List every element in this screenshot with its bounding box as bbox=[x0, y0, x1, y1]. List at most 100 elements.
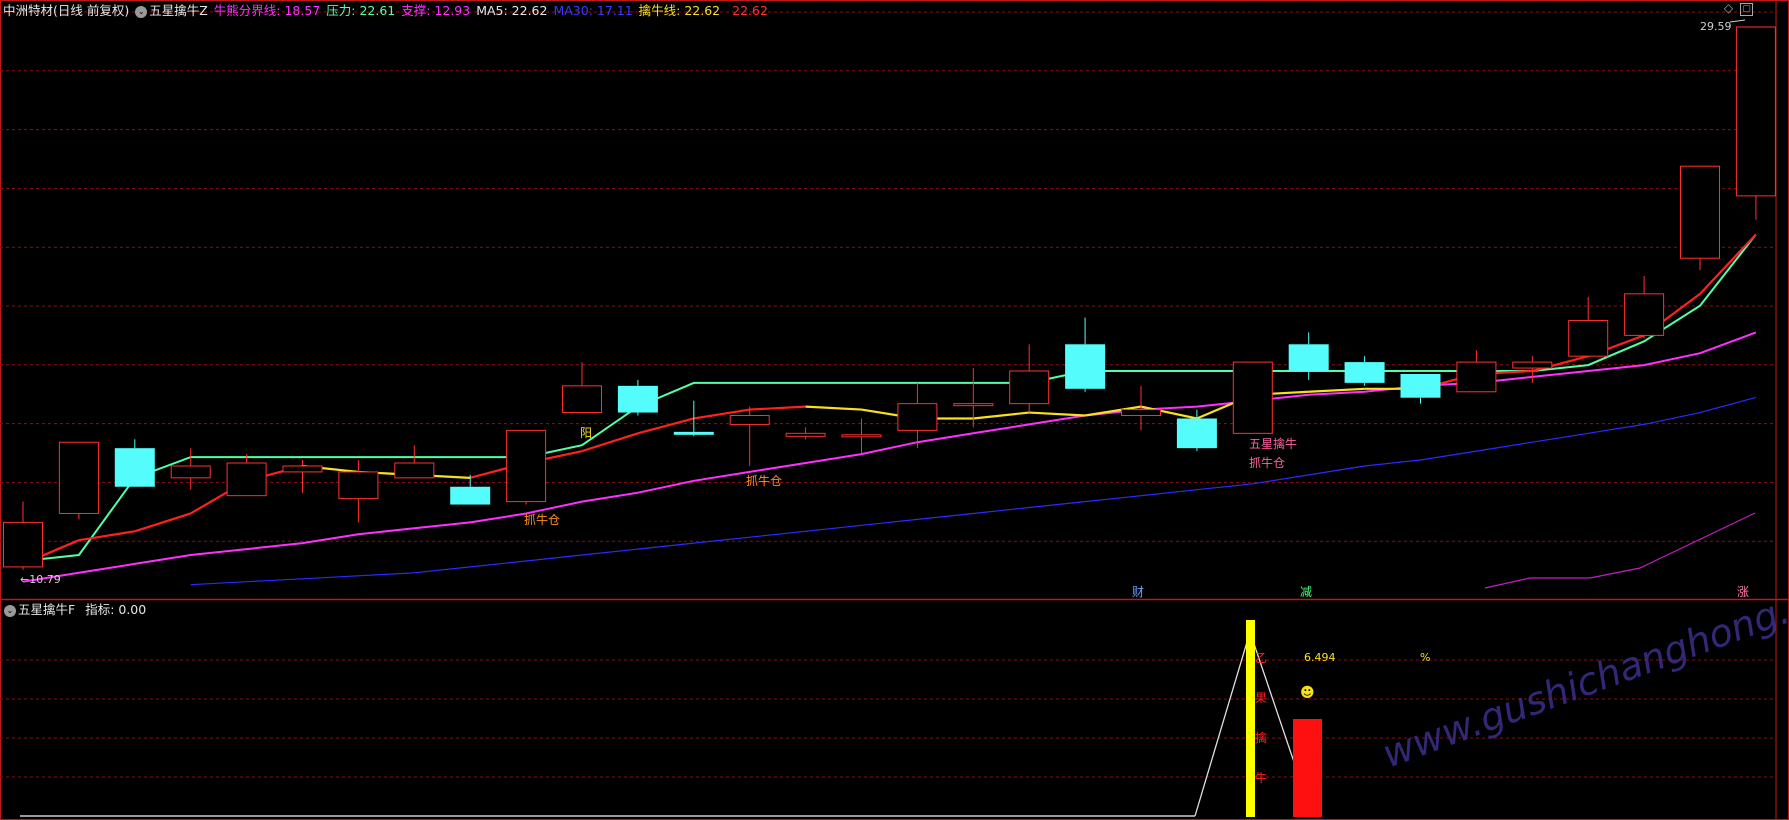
candle-body bbox=[1568, 320, 1609, 357]
candle-body bbox=[897, 403, 938, 431]
candle-body bbox=[1344, 362, 1385, 383]
circle-chevron-icon[interactable]: ⌄ bbox=[135, 5, 148, 18]
sub-legend: ⌄ 五星擒牛F 指标: 0.00 bbox=[0, 600, 148, 620]
extra-value: 22.62 bbox=[732, 3, 768, 18]
bull-line-segment bbox=[805, 405, 862, 411]
main-legend: 中洲特材(日线 前复权) ⌄ 五星擒牛Z 牛熊分界线: 18.57 压力: 22.6… bbox=[0, 1, 770, 21]
jian-label: 减 bbox=[1300, 585, 1312, 599]
candle-body bbox=[114, 448, 155, 487]
sub-value-label: 6.494 bbox=[1304, 651, 1336, 664]
chart-annotations: 29.59←10.79阳抓牛仓抓牛仓五星擒牛抓牛仓财减涨 bbox=[20, 19, 1749, 599]
candle[interactable] bbox=[1009, 344, 1050, 413]
candle-body bbox=[562, 385, 602, 414]
high-price-label: 29.59 bbox=[1700, 20, 1732, 33]
yang-label: 阳 bbox=[580, 426, 592, 440]
candle[interactable] bbox=[394, 445, 435, 479]
cai-label: 财 bbox=[1132, 585, 1144, 599]
candle[interactable] bbox=[58, 441, 99, 520]
percent-label: % bbox=[1420, 651, 1430, 664]
indicator-lines bbox=[22, 233, 1757, 589]
vertical-char: 乙 bbox=[1255, 651, 1267, 665]
candle-body bbox=[58, 441, 99, 514]
candle[interactable] bbox=[1232, 361, 1273, 434]
zhang-label: 涨 bbox=[1737, 584, 1749, 599]
bull-line-segment bbox=[637, 417, 695, 435]
vertical-char: 牛 bbox=[1255, 770, 1267, 785]
candle[interactable] bbox=[562, 362, 602, 414]
candle-body bbox=[450, 486, 491, 505]
candle[interactable] bbox=[450, 474, 491, 505]
candle-body bbox=[785, 432, 826, 437]
vertical-char: 果 bbox=[1255, 691, 1267, 705]
candle-body bbox=[729, 415, 770, 425]
wuxingqinniu-label: 五星擒牛 bbox=[1249, 436, 1297, 451]
sub-trend-line bbox=[1484, 512, 1756, 589]
candle-body bbox=[1288, 344, 1329, 372]
candle-body bbox=[1176, 418, 1217, 449]
boundary-label: 牛熊分界线: 18.57 bbox=[213, 3, 321, 18]
ma5-label: MA5: 22.62 bbox=[476, 3, 548, 18]
window-icon[interactable]: ▢ bbox=[1740, 3, 1753, 16]
candle[interactable] bbox=[506, 429, 547, 505]
candle[interactable] bbox=[617, 379, 658, 416]
bull-line-segment bbox=[78, 530, 135, 542]
candle-body bbox=[673, 431, 714, 435]
watermark: www.gushichanghong.com bbox=[1377, 560, 1789, 776]
candle[interactable] bbox=[897, 382, 938, 449]
candle[interactable] bbox=[282, 460, 323, 493]
pressure-label: 压力: 22.61 bbox=[326, 3, 396, 18]
kline-chart[interactable]: 乙果擒牛 6.494 % ☻ www.gushichanghong.com 29.59 ←… bbox=[0, 0, 1789, 820]
smiley-icon: ☻ bbox=[1300, 685, 1315, 701]
sub-indicator-name[interactable]: 五星擒牛F bbox=[18, 602, 75, 617]
candle[interactable] bbox=[114, 439, 155, 487]
candle[interactable] bbox=[1735, 26, 1776, 220]
pressure-line bbox=[22, 233, 1757, 562]
candle-body bbox=[1400, 373, 1441, 398]
red-bar bbox=[1293, 719, 1322, 817]
candle[interactable] bbox=[673, 400, 714, 437]
candlestick-series[interactable] bbox=[3, 26, 1776, 570]
ma30-label: MA30: 17.11 bbox=[553, 3, 633, 18]
candle[interactable] bbox=[170, 448, 211, 490]
candle-body bbox=[1735, 26, 1776, 197]
candle[interactable] bbox=[1400, 373, 1441, 404]
candle-body bbox=[841, 434, 882, 438]
stock-title[interactable]: 中洲特材(日线 前复权) bbox=[3, 3, 129, 18]
candle-body bbox=[953, 403, 994, 407]
candle-body bbox=[282, 465, 323, 473]
candle-body bbox=[1680, 165, 1720, 259]
candle[interactable] bbox=[1624, 276, 1665, 339]
bull-line-segment bbox=[1029, 411, 1086, 417]
candle-body bbox=[1232, 361, 1273, 434]
indicator-name[interactable]: 五星擒牛Z bbox=[149, 3, 208, 18]
bull-line-segment bbox=[973, 411, 1030, 420]
candle-body bbox=[1065, 344, 1106, 389]
vertical-char: 擒 bbox=[1255, 730, 1267, 745]
candle-body bbox=[1512, 361, 1553, 369]
candle[interactable] bbox=[226, 454, 267, 497]
candle[interactable] bbox=[1065, 317, 1106, 392]
diamond-icon[interactable]: ◇ bbox=[1723, 2, 1734, 14]
candle[interactable] bbox=[3, 501, 43, 570]
yellow-bar bbox=[1246, 620, 1255, 817]
candle-body bbox=[1624, 293, 1665, 336]
candle-body bbox=[394, 462, 435, 479]
candle-body bbox=[1009, 370, 1050, 405]
candle-body bbox=[1456, 361, 1497, 393]
support-label: 支撑: 12.93 bbox=[401, 3, 471, 18]
candle[interactable] bbox=[785, 427, 826, 440]
zhuaniucang-label-2: 抓牛仓 bbox=[746, 473, 782, 488]
high-arrow bbox=[1729, 19, 1746, 23]
candle-body bbox=[338, 471, 379, 500]
low-price-label: ←10.79 bbox=[20, 573, 61, 586]
candle[interactable] bbox=[729, 406, 770, 466]
candle[interactable] bbox=[1456, 350, 1497, 393]
bull-line-segment bbox=[749, 405, 806, 411]
sub-value-label: 指标: 0.00 bbox=[85, 602, 147, 617]
candle[interactable] bbox=[1680, 165, 1720, 271]
candle-body bbox=[506, 429, 547, 503]
candle[interactable] bbox=[1288, 332, 1329, 380]
zhuaniucang-label-3: 抓牛仓 bbox=[1249, 455, 1285, 470]
circle-chevron-icon[interactable]: ⌄ bbox=[4, 604, 16, 617]
candle[interactable] bbox=[1344, 356, 1385, 386]
